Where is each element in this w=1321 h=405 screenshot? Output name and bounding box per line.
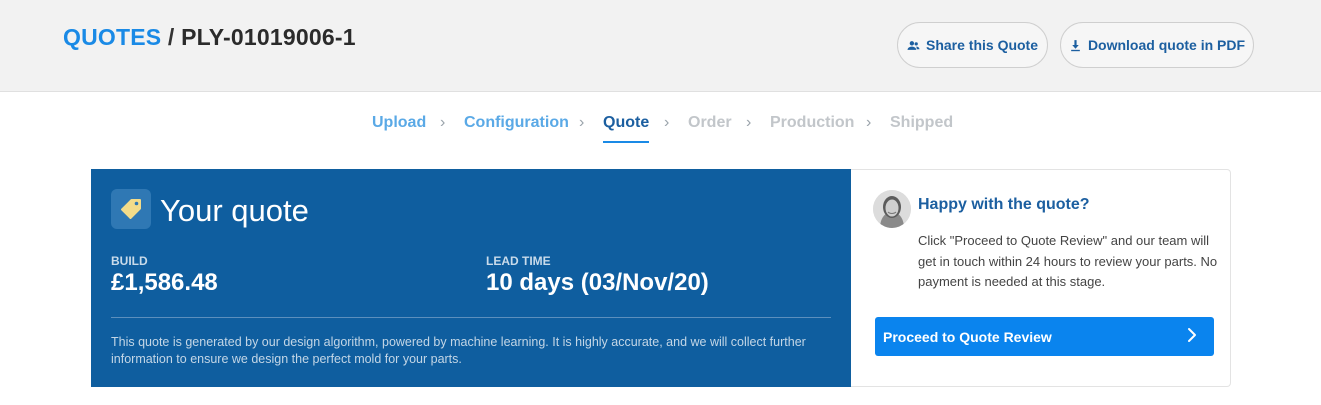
share-quote-label: Share this Quote <box>925 37 1039 53</box>
step-chevron: › <box>866 114 872 131</box>
build-label: BUILD <box>111 254 148 268</box>
proceed-to-review-button[interactable]: Proceed to Quote Review <box>875 317 1214 356</box>
quote-disclaimer: This quote is generated by our design al… <box>111 335 806 366</box>
people-icon <box>907 40 920 50</box>
breadcrumb-separator: / <box>167 24 175 50</box>
step-quote[interactable]: Quote <box>603 114 650 143</box>
support-avatar <box>873 190 911 228</box>
step-production: Production <box>770 114 855 131</box>
step-chevron: › <box>440 114 446 131</box>
quote-id: PLY-01019006-1 <box>181 24 356 50</box>
chevron-right-icon <box>1188 328 1196 342</box>
download-icon <box>1071 39 1080 51</box>
download-pdf-button[interactable]: Download quote in PDF <box>1060 22 1254 68</box>
step-shipped: Shipped <box>890 114 954 131</box>
quote-summary-panel: Your quote BUILD £1,586.48 LEAD TIME 10 … <box>91 169 851 387</box>
progress-steps: Upload › Configuration › Quote › Order ›… <box>0 104 1321 144</box>
step-chevron: › <box>579 114 585 131</box>
lead-time-value: 10 days (03/Nov/20) <box>486 269 709 296</box>
build-price: £1,586.48 <box>111 269 218 296</box>
step-chevron: › <box>746 114 752 131</box>
step-configuration[interactable]: Configuration <box>464 114 569 132</box>
share-quote-button[interactable]: Share this Quote <box>897 22 1048 68</box>
step-upload[interactable]: Upload <box>372 114 426 132</box>
price-tag-icon <box>111 189 151 229</box>
proceed-panel: Happy with the quote? Click "Proceed to … <box>851 169 1231 387</box>
header-bar: QUOTES / PLY-01019006-1 Share this Quote… <box>0 0 1321 92</box>
lead-time-label: LEAD TIME <box>486 254 551 268</box>
step-chevron: › <box>664 114 670 131</box>
download-pdf-label: Download quote in PDF <box>1087 37 1246 53</box>
breadcrumb-quotes-link[interactable]: QUOTES <box>63 24 161 50</box>
divider <box>111 317 831 318</box>
side-description: Click "Proceed to Quote Review" and our … <box>918 233 1218 289</box>
side-heading: Happy with the quote? <box>918 196 1090 213</box>
quote-title: Your quote <box>160 193 309 228</box>
proceed-label: Proceed to Quote Review <box>883 328 1052 345</box>
breadcrumb: QUOTES / PLY-01019006-1 <box>63 24 356 51</box>
step-order: Order <box>688 114 732 131</box>
